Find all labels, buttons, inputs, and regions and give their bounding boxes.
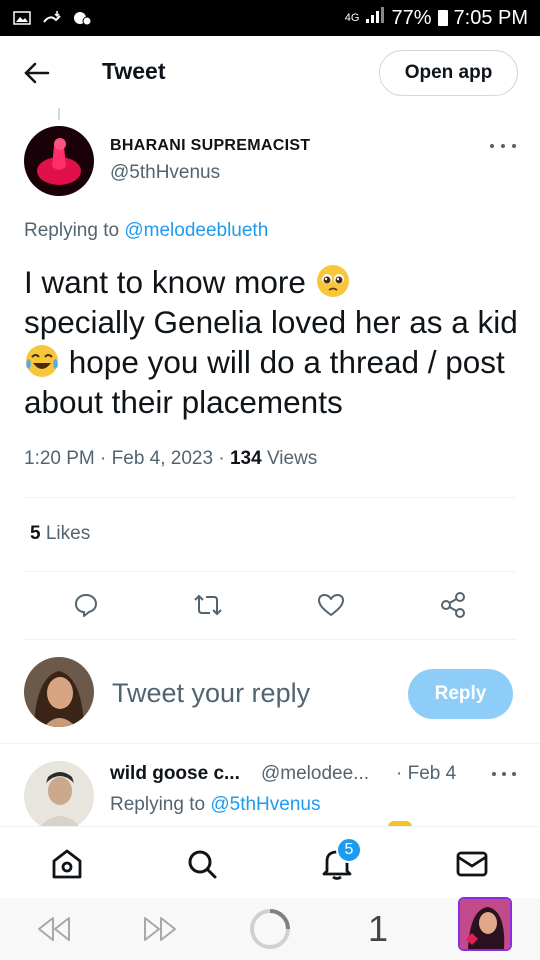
like-icon[interactable] [314, 588, 348, 622]
open-app-button[interactable]: Open app [379, 50, 518, 96]
messages-icon[interactable] [452, 844, 492, 884]
reply-button[interactable]: Reply [408, 669, 513, 719]
page-title: Tweet [102, 58, 166, 84]
tweet-meta: 1:20 PM · Feb 4, 2023 · 134 Views [24, 448, 318, 469]
app-notification-icon [72, 10, 92, 26]
clock: 7:05 PM [453, 6, 528, 29]
search-icon[interactable] [182, 844, 222, 884]
likes-count: 5 [30, 523, 41, 544]
share-icon[interactable] [436, 588, 470, 622]
download-notification-icon [42, 10, 62, 26]
user-avatar[interactable] [24, 657, 94, 727]
more-options-icon[interactable] [492, 768, 516, 780]
retweet-icon[interactable] [191, 588, 225, 622]
back-nav-icon[interactable] [30, 906, 76, 952]
network-type: 4G [344, 12, 360, 24]
thread-line [58, 108, 60, 120]
divider [24, 497, 516, 498]
tears-of-joy-emoji [24, 343, 60, 379]
reply-author-name[interactable]: wild goose c... [110, 763, 240, 785]
signal-icon [365, 6, 385, 30]
likes-summary[interactable]: 5 Likes [30, 523, 90, 545]
reply-icon[interactable] [69, 588, 103, 622]
author-name[interactable]: BHARANI SUPREMACIST [110, 137, 310, 155]
likes-label: Likes [45, 523, 91, 544]
bottom-nav: 5 [0, 826, 540, 898]
back-arrow-icon[interactable] [22, 58, 52, 88]
tab-count[interactable]: 1 [360, 906, 396, 952]
author-avatar[interactable] [24, 126, 94, 196]
forward-nav-icon[interactable] [138, 906, 184, 952]
gallery-notification-icon [12, 10, 32, 26]
pleading-face-emoji [315, 263, 351, 299]
reply-author-avatar[interactable] [24, 761, 94, 831]
author-handle[interactable]: @5thHvenus [110, 162, 220, 184]
header: Tweet Open app [0, 36, 540, 110]
views-label: Views [266, 448, 318, 469]
tweet-time[interactable]: 1:20 PM [24, 448, 95, 469]
reply-replying-to-link[interactable]: @5thHvenus [210, 794, 320, 815]
browser-toolbar: 1 [0, 897, 540, 960]
replying-to: Replying to @melodeeblueth [24, 220, 269, 241]
reply-replying-to: Replying to @5thHvenus [110, 794, 321, 815]
battery-percent: 77% [391, 6, 432, 29]
profile-thumbnail[interactable] [458, 897, 512, 951]
battery-icon [437, 10, 448, 26]
divider [24, 571, 516, 572]
divider [24, 639, 516, 640]
loading-spinner-icon[interactable] [246, 906, 294, 952]
status-bar: 4G 77% 7:05 PM [0, 0, 540, 36]
tweet-text: I want to know more specially Genelia lo… [24, 263, 518, 420]
reply-author-handle[interactable]: @melodee... [261, 763, 369, 785]
reply-input[interactable]: Tweet your reply [112, 678, 310, 709]
home-icon[interactable] [47, 844, 87, 884]
replying-to-link[interactable]: @melodeeblueth [124, 220, 268, 241]
tweet-date[interactable]: Feb 4, 2023 [112, 448, 213, 469]
tweet-actions [0, 588, 540, 622]
reply-date[interactable]: · Feb 4 [396, 763, 456, 785]
notification-badge: 5 [336, 837, 362, 863]
more-options-icon[interactable] [490, 140, 516, 152]
views-count: 134 [229, 448, 262, 469]
divider [0, 743, 540, 744]
